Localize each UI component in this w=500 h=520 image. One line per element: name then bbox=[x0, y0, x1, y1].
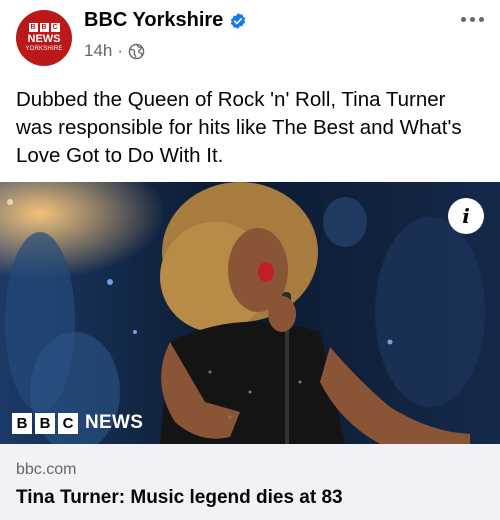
avatar-logo-block: C bbox=[50, 23, 60, 32]
avatar-news-label: NEWS bbox=[27, 33, 61, 45]
page-name-row: BBC Yorkshire bbox=[84, 9, 247, 32]
concert-photo-illustration bbox=[0, 182, 500, 444]
page-avatar[interactable]: B B C NEWS YORKSHIRE bbox=[16, 10, 72, 66]
info-symbol: i bbox=[462, 204, 470, 228]
watermark-logo-block: C bbox=[58, 412, 78, 434]
info-icon[interactable]: i bbox=[448, 198, 484, 234]
post-time[interactable]: 14h bbox=[84, 41, 112, 61]
link-headline: Tina Turner: Music legend dies at 83 bbox=[16, 487, 343, 508]
link-domain: bbc.com bbox=[16, 461, 77, 478]
more-options-icon[interactable] bbox=[458, 12, 486, 26]
more-dot bbox=[469, 16, 475, 22]
post-photo[interactable]: i B B C NEWS bbox=[0, 182, 500, 444]
post-message: Dubbed the Queen of Rock 'n' Roll, Tina … bbox=[16, 88, 462, 167]
more-dot bbox=[478, 16, 484, 22]
more-dot bbox=[460, 16, 466, 22]
bbc-news-watermark: B B C NEWS bbox=[12, 412, 143, 434]
avatar-logo-block: B bbox=[39, 23, 49, 32]
page-name[interactable]: BBC Yorkshire bbox=[84, 9, 223, 32]
watermark-news-label: NEWS bbox=[85, 412, 144, 433]
globe-icon bbox=[128, 43, 145, 59]
link-preview-card[interactable]: bbc.com Tina Turner: Music legend dies a… bbox=[0, 444, 500, 520]
watermark-logo-block: B bbox=[35, 412, 55, 434]
post-header: B B C NEWS YORKSHIRE BBC Yorkshire 14h · bbox=[0, 0, 500, 70]
avatar-region-label: YORKSHIRE bbox=[25, 46, 63, 52]
verified-badge-icon bbox=[231, 12, 246, 29]
avatar-bbc-logo: B B C bbox=[28, 23, 60, 32]
watermark-logo-block: B bbox=[12, 412, 32, 434]
avatar-logo-block: B bbox=[28, 23, 38, 32]
post-meta: 14h · bbox=[84, 41, 145, 61]
meta-separator: · bbox=[117, 41, 124, 60]
